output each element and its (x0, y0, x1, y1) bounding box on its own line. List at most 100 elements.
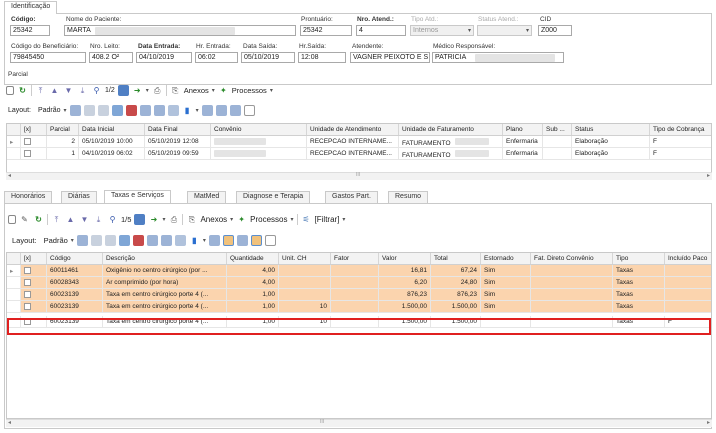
filter-funnel-icon[interactable]: ⚟ (301, 214, 312, 225)
move-last-icon[interactable]: ⤓ (77, 85, 88, 96)
attachment-icon[interactable]: ⎘ (186, 214, 197, 225)
hr-saida-field[interactable]: 12:08 (298, 52, 346, 63)
refresh-icon[interactable]: ↻ (17, 85, 28, 96)
processos-button[interactable]: Processos (232, 86, 267, 95)
col-header[interactable]: Tipo (613, 253, 665, 264)
parcial-hscrollbar[interactable]: ◂ III ▸ (6, 172, 712, 180)
delete-icon[interactable] (132, 234, 144, 246)
col-header[interactable]: Tipo de Cobrança (650, 124, 711, 135)
sort-icon[interactable] (146, 234, 158, 246)
tab-taxas-servicos[interactable]: Taxas e Serviços (104, 190, 171, 203)
view-icon[interactable] (201, 104, 213, 116)
col-header[interactable]: Data Final (145, 124, 211, 135)
cid-field[interactable]: Z000 (538, 25, 572, 36)
expand-icon[interactable] (160, 234, 172, 246)
paciente-field[interactable]: MARTA (64, 25, 296, 36)
move-first-icon[interactable]: ⤒ (51, 214, 62, 225)
medico-field[interactable]: PATRICIA (432, 52, 564, 63)
columns-icon[interactable] (104, 234, 116, 246)
layout-icon[interactable] (215, 104, 227, 116)
layout-select[interactable]: Padrão (38, 107, 61, 114)
scroll-left-icon[interactable]: ◂ (8, 172, 11, 179)
data-saida-field[interactable]: 05/10/2019 (241, 52, 295, 63)
col-header[interactable]: Unidade de Atendimento (307, 124, 399, 135)
calendar-icon[interactable] (134, 213, 146, 225)
col-header[interactable]: Valor (379, 253, 431, 264)
table-row[interactable]: 60028343 Ar comprimido (por hora) 4,00 6… (7, 277, 711, 289)
new-doc-icon[interactable] (8, 214, 16, 224)
col-header[interactable]: Convênio (211, 124, 307, 135)
group-icon[interactable] (118, 234, 130, 246)
table-row[interactable]: ▸ 2 05/10/2019 10:00 05/10/2019 12:08 RE… (7, 136, 711, 148)
col-header[interactable]: Plano (503, 124, 543, 135)
col-header[interactable]: Parcial (47, 124, 79, 135)
grid-icon[interactable] (76, 234, 88, 246)
move-down-icon[interactable]: ▼ (63, 85, 74, 96)
delete-icon[interactable] (125, 104, 137, 116)
font-icon[interactable] (243, 104, 255, 116)
filter-icon[interactable] (90, 234, 102, 246)
col-header[interactable]: Unidade de Faturamento (399, 124, 503, 135)
row-checkbox[interactable] (24, 303, 31, 310)
col-header[interactable]: Código (47, 253, 103, 264)
codigo-field[interactable]: 25342 (10, 25, 50, 36)
table-row[interactable]: 60023139 Taxa em centro cirúrgico porte … (7, 301, 711, 313)
move-down-icon[interactable]: ▼ (79, 214, 90, 225)
scroll-thumb[interactable]: III (320, 419, 324, 425)
export-icon[interactable]: ➜ (132, 85, 143, 96)
col-header[interactable]: Incluído Paco (665, 253, 711, 264)
tab-matmed[interactable]: MatMed (187, 191, 227, 203)
binoculars-icon[interactable]: ⚲ (91, 85, 102, 96)
anexos-button[interactable]: Anexos (200, 215, 227, 224)
leito-field[interactable]: 408.2 O² (89, 52, 133, 63)
print-icon[interactable]: ⎙ (152, 85, 163, 96)
refresh-icon[interactable]: ↻ (33, 214, 44, 225)
table-icon[interactable] (229, 104, 241, 116)
prontuario-field[interactable]: 25342 (300, 25, 352, 36)
tab-gastos-part[interactable]: Gastos Part. (325, 191, 378, 203)
col-header[interactable]: Sub ... (543, 124, 572, 135)
col-header[interactable]: Data Inicial (79, 124, 145, 135)
nro-atend-field[interactable]: 4 (356, 25, 406, 36)
tab-diarias[interactable]: Diárias (61, 191, 97, 203)
row-checkbox[interactable] (24, 318, 31, 325)
taxas-hscrollbar[interactable]: ◂ III ▸ (6, 419, 712, 427)
table-row[interactable]: ▸ 60011461 Oxigênio no centro cirúrgico … (7, 265, 711, 277)
col-header[interactable]: Estornado (481, 253, 531, 264)
attachment-icon[interactable]: ⎘ (170, 85, 181, 96)
edit-icon[interactable] (174, 234, 186, 246)
filtrar-button[interactable]: [Filtrar] (315, 215, 340, 224)
row-checkbox[interactable] (24, 291, 31, 298)
scroll-right-icon[interactable]: ▸ (707, 419, 710, 426)
expand-icon[interactable] (153, 104, 165, 116)
tab-resumo[interactable]: Resumo (388, 191, 429, 203)
data-entrada-field[interactable]: 04/10/2019 (136, 52, 192, 63)
row-checkbox[interactable] (24, 267, 31, 274)
col-header[interactable]: Status (572, 124, 650, 135)
table-icon[interactable] (236, 234, 248, 246)
row-checkbox[interactable] (24, 138, 31, 145)
highlight-icon[interactable] (222, 234, 234, 246)
chart-icon[interactable]: ▮ (189, 235, 200, 246)
move-up-icon[interactable]: ▲ (65, 214, 76, 225)
layout-select[interactable]: Padrão (44, 236, 68, 245)
col-header[interactable]: [x] (21, 124, 47, 135)
table-row[interactable]: 60023139 Taxa em centro cirúrgico porte … (7, 289, 711, 301)
new-doc-icon[interactable] (6, 85, 14, 95)
process-icon[interactable]: ✦ (218, 85, 229, 96)
col-header[interactable]: [x] (21, 253, 47, 264)
scroll-thumb[interactable]: III (356, 172, 360, 178)
anexos-button[interactable]: Anexos (184, 86, 209, 95)
export-icon[interactable]: ➜ (148, 214, 159, 225)
status-atend-select[interactable]: ▾ (477, 25, 532, 36)
columns-icon[interactable] (97, 104, 109, 116)
font-icon[interactable] (264, 234, 276, 246)
tab-diagnose-terapia[interactable]: Diagnose e Terapia (236, 191, 311, 203)
tab-identificacao[interactable]: Identificação (4, 1, 58, 14)
move-last-icon[interactable]: ⤓ (93, 214, 104, 225)
sort-icon[interactable] (139, 104, 151, 116)
row-checkbox[interactable] (24, 150, 31, 157)
col-header[interactable]: Quantidade (227, 253, 279, 264)
tipo-atd-select[interactable]: Internos ▾ (410, 25, 474, 36)
hr-entrada-field[interactable]: 06:02 (195, 52, 238, 63)
